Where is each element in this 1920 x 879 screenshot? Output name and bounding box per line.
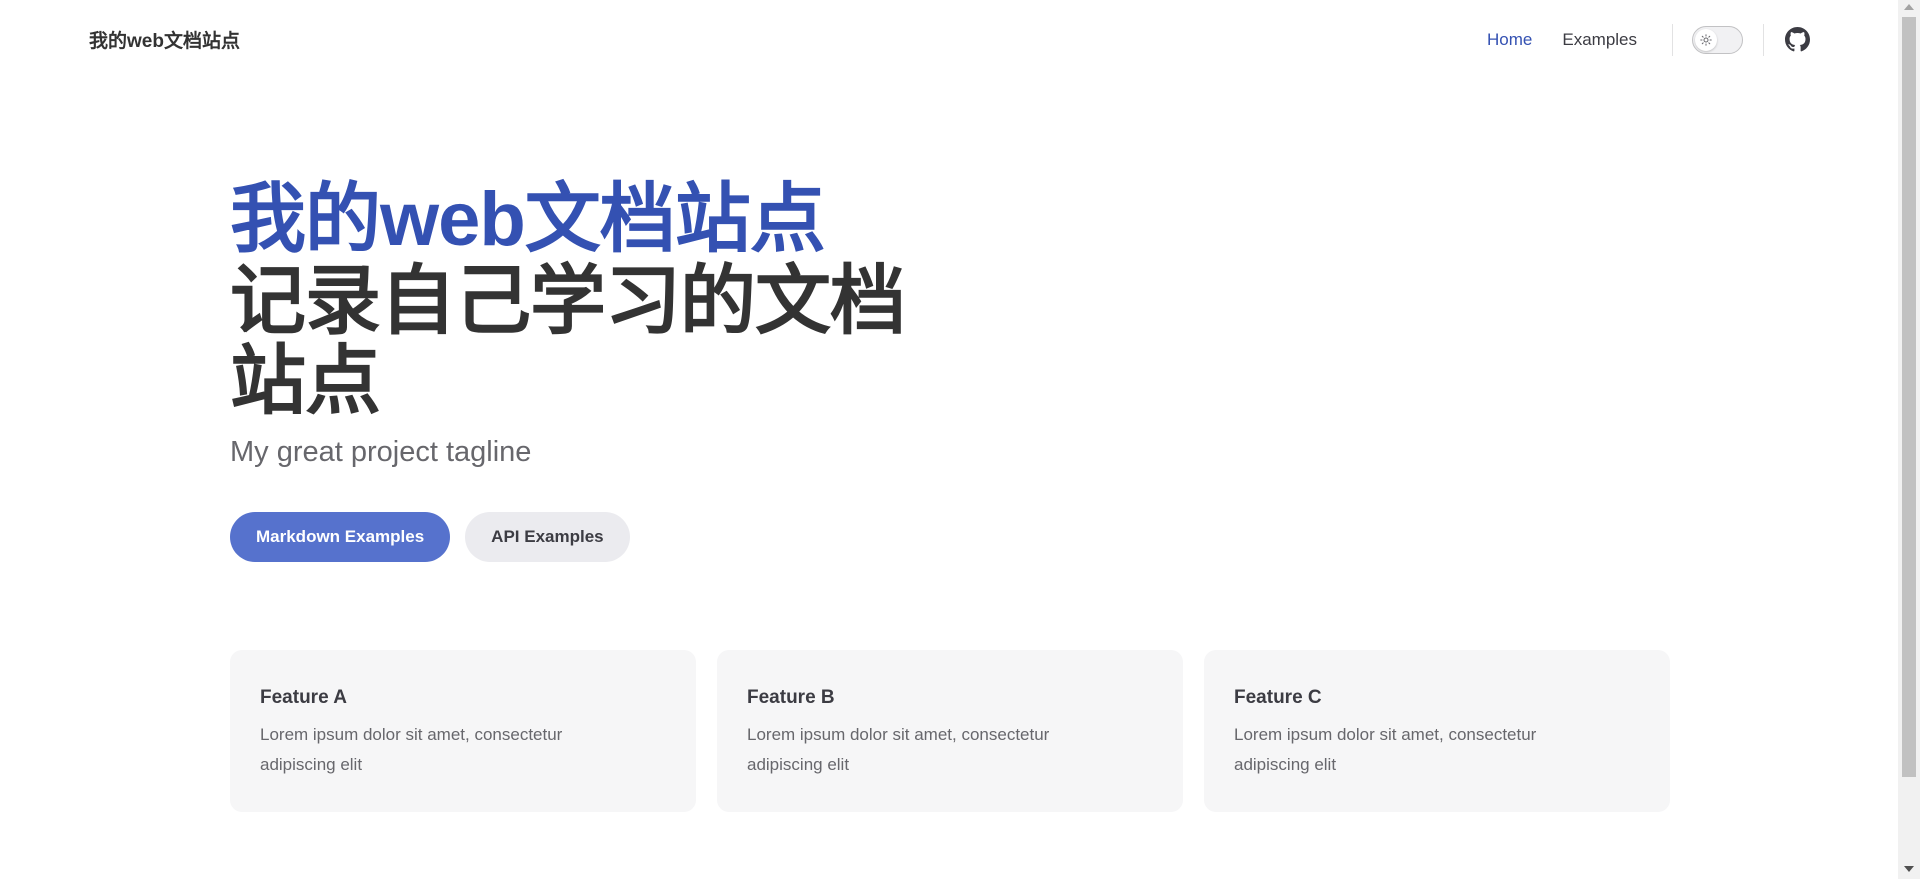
nav-links: Home Examples (1487, 22, 1667, 58)
features: Feature A Lorem ipsum dolor sit amet, co… (230, 650, 1691, 812)
github-link[interactable] (1785, 27, 1810, 52)
theme-toggle-knob (1695, 29, 1717, 51)
feature-card: Feature B Lorem ipsum dolor sit amet, co… (717, 650, 1183, 812)
navbar: 我的web文档站点 Home Examples (0, 0, 1898, 80)
feature-card: Feature C Lorem ipsum dolor sit amet, co… (1204, 650, 1670, 812)
theme-toggle[interactable] (1692, 26, 1743, 54)
feature-card: Feature A Lorem ipsum dolor sit amet, co… (230, 650, 696, 812)
feature-details: Lorem ipsum dolor sit amet, consectetur … (260, 725, 563, 774)
hero-text: 记录自己学习的文档站点 (230, 259, 906, 424)
github-icon (1785, 27, 1810, 52)
hero-name: 我的web文档站点 (230, 177, 826, 262)
feature-title: Feature C (1234, 687, 1322, 708)
scroll-up-arrow-icon[interactable] (1904, 4, 1914, 10)
hero: 我的web文档站点 记录自己学习的文档站点 My great project t… (230, 178, 950, 562)
nav-link-home[interactable]: Home (1487, 22, 1532, 58)
feature-title: Feature A (260, 687, 347, 708)
nav-link-examples[interactable]: Examples (1562, 22, 1637, 58)
scroll-down-arrow-icon[interactable] (1904, 866, 1914, 872)
nav-divider (1672, 24, 1673, 56)
nav-divider-social (1763, 24, 1764, 56)
api-examples-button[interactable]: API Examples (465, 512, 630, 562)
feature-details: Lorem ipsum dolor sit amet, consectetur … (1234, 725, 1537, 774)
feature-title: Feature B (747, 687, 835, 708)
hero-tagline: My great project tagline (230, 436, 532, 468)
vertical-scrollbar[interactable] (1898, 0, 1920, 879)
site-title[interactable]: 我的web文档站点 (89, 26, 240, 53)
page: 我的web文档站点 Home Examples 我的web文档站点 记录自己学习… (0, 0, 1920, 879)
markdown-examples-button[interactable]: Markdown Examples (230, 512, 451, 562)
sun-icon (1700, 34, 1712, 46)
scrollbar-thumb[interactable] (1902, 17, 1916, 777)
hero-actions: Markdown Examples API Examples (230, 512, 950, 562)
feature-details: Lorem ipsum dolor sit amet, consectetur … (747, 725, 1050, 774)
